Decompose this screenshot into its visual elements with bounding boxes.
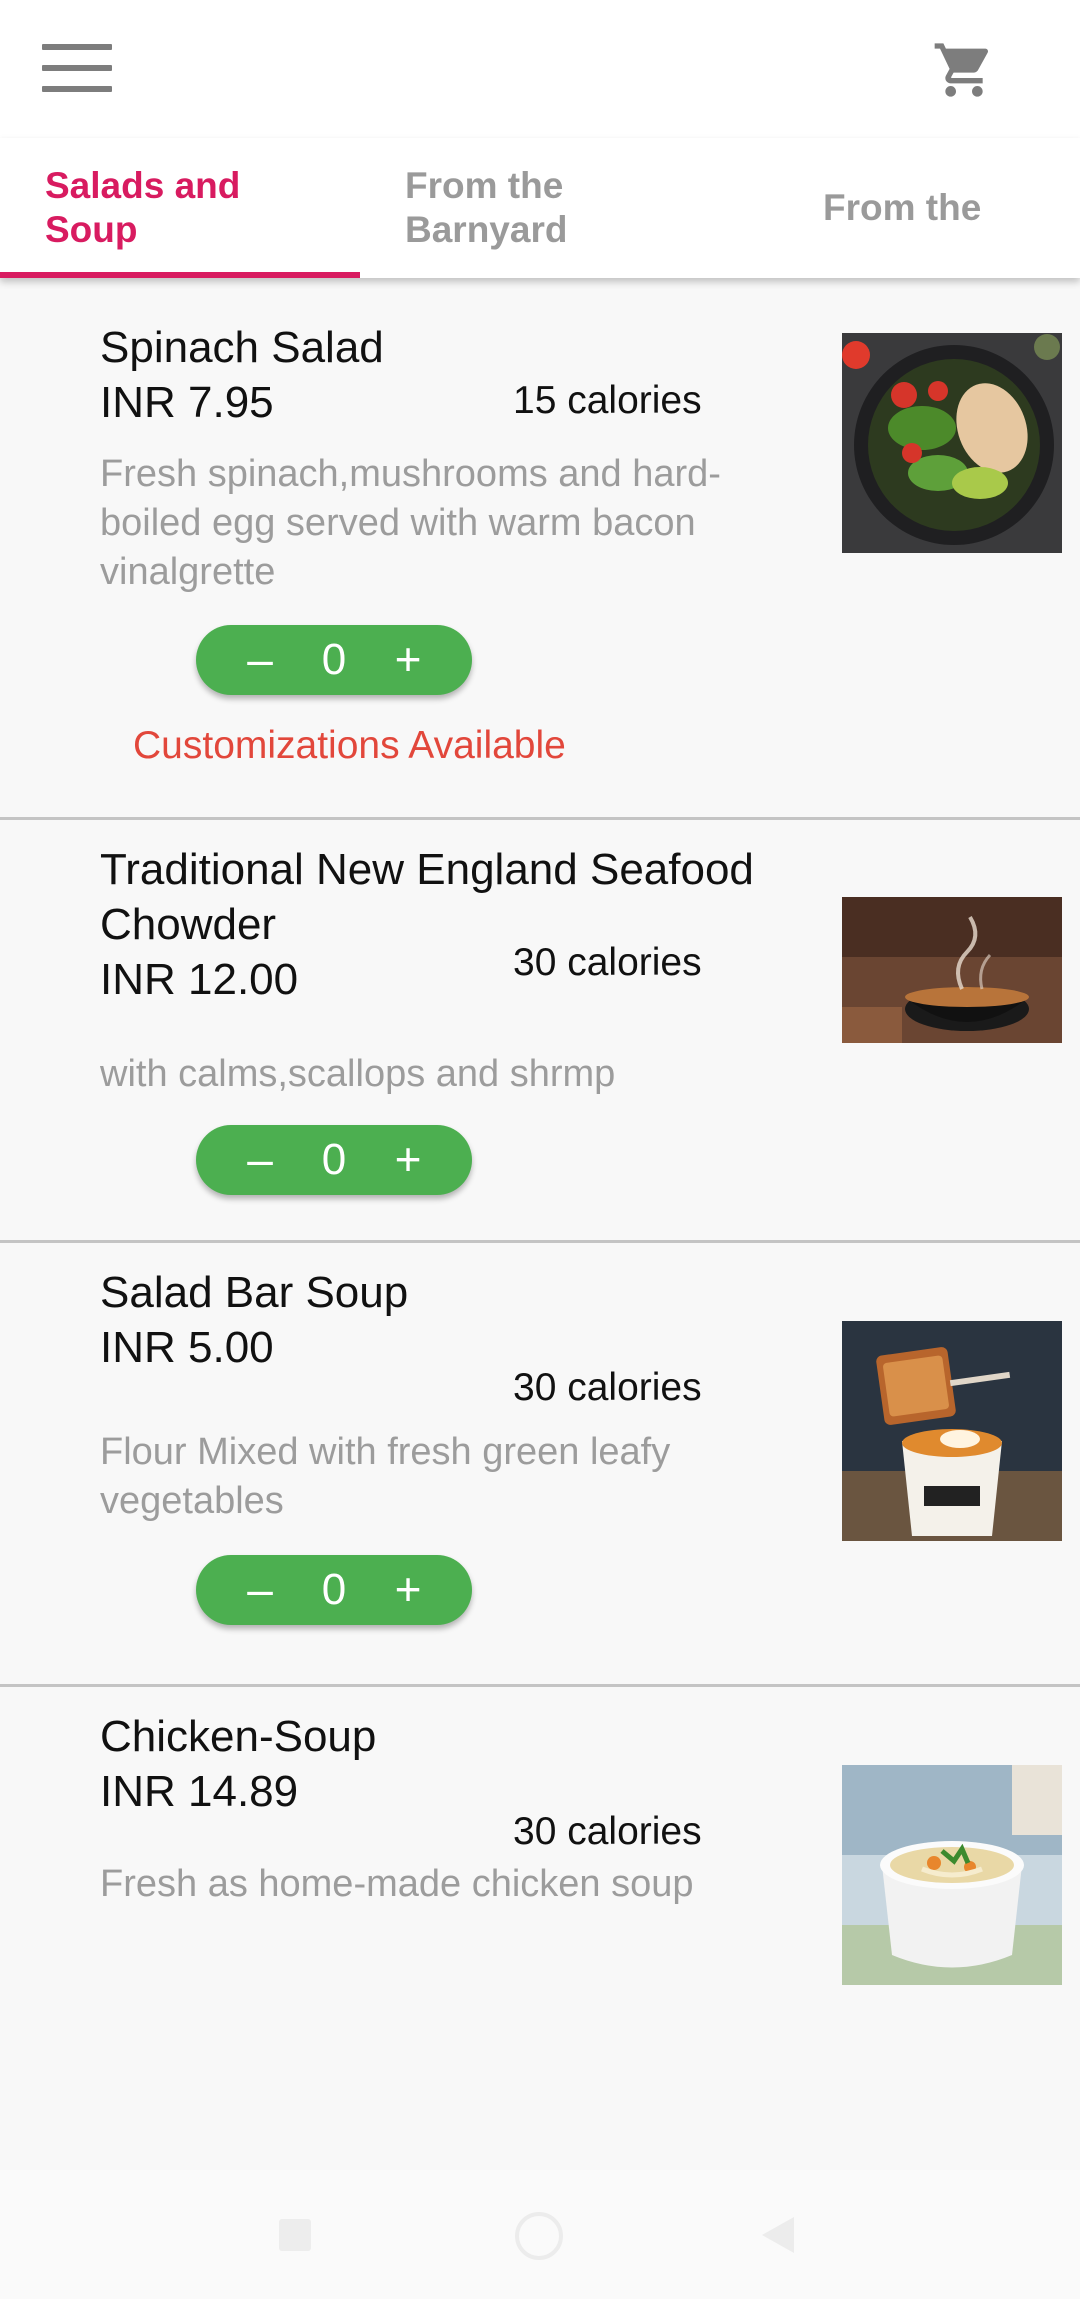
app-bar xyxy=(0,0,1080,138)
item-name: Traditional New England Seafood Chowder xyxy=(100,845,754,949)
decrement-button[interactable]: – xyxy=(230,1555,290,1625)
item-calories: 30 calories xyxy=(513,1366,702,1409)
item-name: Chicken-Soup xyxy=(100,1712,377,1761)
quantity-stepper: – 0 + xyxy=(196,1125,472,1195)
item-image xyxy=(842,1321,1062,1541)
item-image xyxy=(842,897,1062,1043)
tab-from-the-barnyard[interactable]: From the Barnyard xyxy=(405,138,605,278)
circle-home-icon[interactable] xyxy=(515,2212,563,2260)
quantity-stepper: – 0 + xyxy=(196,1555,472,1625)
customizations-link[interactable]: Customizations Available xyxy=(133,721,566,771)
increment-button[interactable]: + xyxy=(378,1555,438,1625)
item-description: Fresh spinach,mushrooms and hard-boiled … xyxy=(100,453,721,593)
quantity-value: 0 xyxy=(321,1135,347,1184)
increment-button[interactable]: + xyxy=(378,1125,438,1195)
increment-button[interactable]: + xyxy=(378,625,438,695)
item-name: Salad Bar Soup xyxy=(100,1268,409,1317)
active-tab-indicator xyxy=(0,272,360,278)
item-calories: 30 calories xyxy=(513,941,702,984)
quantity-stepper: – 0 + xyxy=(196,625,472,695)
item-calories: 30 calories xyxy=(513,1810,702,1853)
list-item: Chicken-Soup INR 14.89 30 calories Fresh… xyxy=(0,1687,1080,2167)
item-description: with calms,scallops and shrmp xyxy=(100,1053,616,1095)
quantity-value: 0 xyxy=(321,1565,347,1614)
shopping-cart-icon[interactable] xyxy=(932,38,996,102)
tab-salads-and-soup[interactable]: Salads and Soup xyxy=(45,138,275,278)
tab-from-the[interactable]: From the xyxy=(823,138,1043,278)
category-tabs: Salads and Soup From the Barnyard From t… xyxy=(0,138,1080,278)
item-image xyxy=(842,1765,1062,1985)
square-recents-icon[interactable] xyxy=(279,2219,311,2251)
item-calories: 15 calories xyxy=(513,379,702,422)
item-price: INR 5.00 xyxy=(100,1323,274,1372)
item-description: Flour Mixed with fresh green leafy veget… xyxy=(100,1431,671,1522)
list-item: Salad Bar Soup INR 5.00 30 calories Flou… xyxy=(0,1243,1080,1687)
item-price: INR 7.95 xyxy=(100,378,274,427)
decrement-button[interactable]: – xyxy=(230,625,290,695)
quantity-value: 0 xyxy=(321,635,347,684)
item-description: Fresh as home-made chicken soup xyxy=(100,1863,694,1905)
hamburger-menu-icon[interactable] xyxy=(42,44,112,92)
item-price: INR 12.00 xyxy=(100,955,299,1004)
item-image xyxy=(842,333,1062,553)
list-item: Traditional New England Seafood Chowder … xyxy=(0,820,1080,1243)
decrement-button[interactable]: – xyxy=(230,1125,290,1195)
item-price: INR 14.89 xyxy=(100,1767,299,1816)
list-item: Spinach Salad INR 7.95 15 calories Fresh… xyxy=(0,278,1080,820)
item-name: Spinach Salad xyxy=(100,323,384,372)
triangle-back-icon[interactable] xyxy=(760,2215,796,2255)
